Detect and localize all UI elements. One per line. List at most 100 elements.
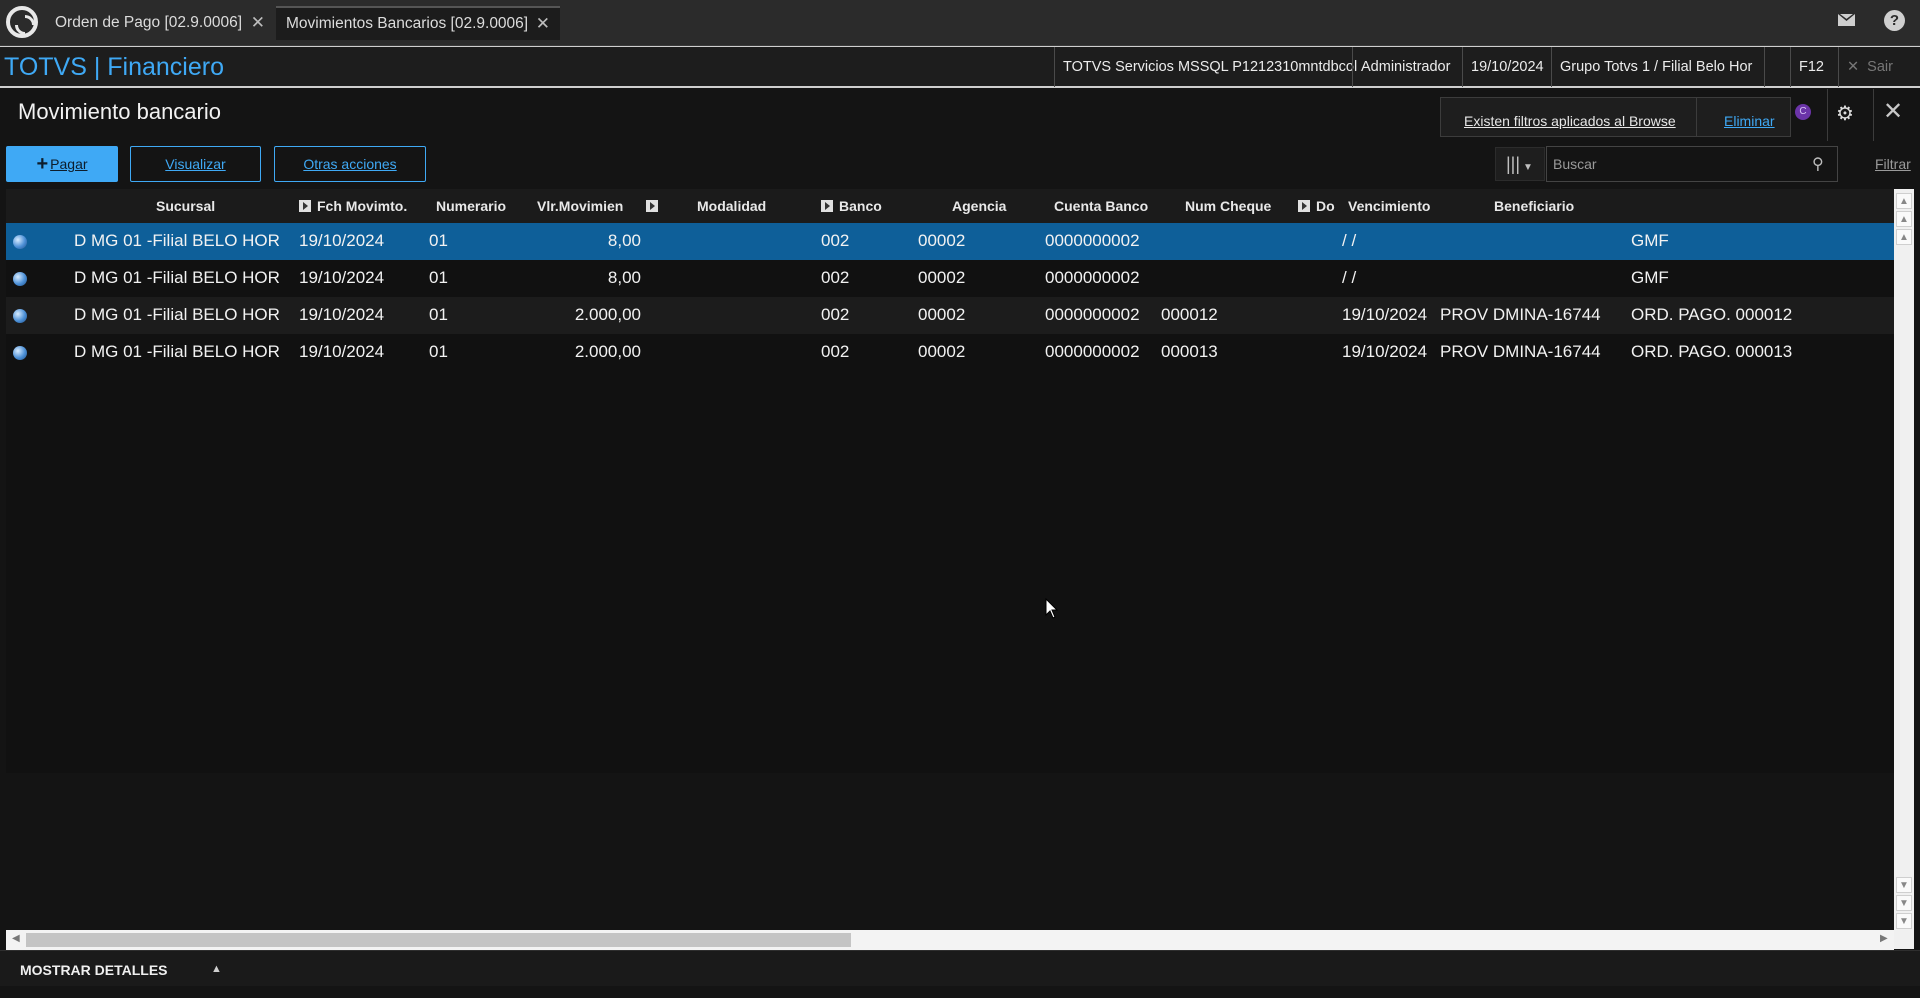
cell-hist: GMF: [1631, 268, 1669, 287]
remove-filters-link[interactable]: Eliminar: [1724, 113, 1775, 129]
search-input[interactable]: [1546, 146, 1838, 182]
cell-cuenta: 0000000002: [1045, 268, 1140, 287]
exit-label: Sair: [1867, 59, 1893, 75]
scroll-page-down-icon[interactable]: ▼: [1896, 895, 1912, 911]
cell-agencia: 00002: [918, 268, 966, 287]
scroll-page-up-icon[interactable]: ▲: [1896, 211, 1912, 227]
cell-agencia: 00002: [918, 342, 966, 361]
cell-banco: 002: [821, 342, 850, 361]
view-button[interactable]: Visualizar: [130, 146, 261, 182]
table-row[interactable]: D MG 01 -Filial BELO HOR 19/10/2024 01 8…: [6, 260, 1894, 297]
cell-agencia: 00002: [918, 231, 966, 250]
close-icon[interactable]: ✕: [1883, 97, 1903, 126]
cell-valor: 2.000,00: [574, 342, 641, 361]
cell-fecha: 19/10/2024: [299, 268, 385, 287]
scroll-left-icon[interactable]: ◀: [12, 933, 20, 944]
search-icon[interactable]: ⚲: [1812, 154, 1824, 174]
status-icon: [13, 346, 27, 360]
col-venc[interactable]: Vencimiento: [1348, 198, 1430, 214]
cell-valor: 8,00: [607, 268, 641, 287]
show-details-label[interactable]: MOSTRAR DETALLES: [20, 962, 168, 978]
sort-icon[interactable]: [299, 200, 311, 212]
col-sucursal[interactable]: Sucursal: [156, 198, 215, 214]
tab-bar: Orden de Pago [02.9.0006] ✕ Movimientos …: [0, 0, 1920, 46]
cell-sucursal: D MG 01 -Filial BELO HOR: [74, 231, 280, 250]
cell-benef: PROV DMINA-16744: [1440, 305, 1601, 324]
col-modalidad[interactable]: Modalidad: [697, 198, 766, 214]
filters-notice-link[interactable]: Existen filtros aplicados al Browse: [1464, 113, 1676, 129]
tab-label: Movimientos Bancarios [02.9.0006]: [286, 15, 529, 32]
col-doc[interactable]: Do: [1298, 198, 1335, 214]
scroll-top-icon[interactable]: ▲: [1896, 193, 1912, 209]
sort-icon[interactable]: [1298, 200, 1310, 212]
scroll-thumb[interactable]: [26, 933, 851, 947]
cell-valor: 8,00: [607, 231, 641, 250]
col-agencia[interactable]: Agencia: [952, 198, 1006, 214]
cell-agencia: 00002: [918, 305, 966, 324]
horizontal-scrollbar[interactable]: ◀ ▶: [6, 930, 1894, 950]
cell-cuenta: 0000000002: [1045, 342, 1140, 361]
col-cheque[interactable]: Num Cheque: [1185, 198, 1271, 214]
exit-button[interactable]: ✕ Sair: [1838, 47, 1901, 87]
other-actions-button[interactable]: Otras acciones: [274, 146, 426, 182]
scroll-right-icon[interactable]: ▶: [1880, 933, 1888, 944]
totvs-logo-icon[interactable]: [6, 6, 38, 38]
col-benef[interactable]: Beneficiario: [1494, 198, 1574, 214]
col-valor[interactable]: Vlr.Movimien: [537, 198, 623, 214]
app-badge-icon[interactable]: C: [1795, 104, 1811, 120]
close-tab-icon[interactable]: ✕: [536, 14, 550, 34]
date-info: 19/10/2024: [1462, 47, 1552, 87]
table-row[interactable]: D MG 01 -Filial BELO HOR 19/10/2024 01 2…: [6, 297, 1894, 334]
cell-cuenta: 0000000002: [1045, 231, 1140, 250]
sort-icon[interactable]: [646, 198, 664, 214]
pay-button[interactable]: + Pagar: [6, 146, 118, 182]
cell-cuenta: 0000000002: [1045, 305, 1140, 324]
table-row[interactable]: D MG 01 -Filial BELO HOR 19/10/2024 01 8…: [6, 223, 1894, 260]
f12-button[interactable]: F12: [1790, 47, 1832, 87]
status-icon: [13, 235, 27, 249]
cell-banco: 002: [821, 268, 850, 287]
divider: [1827, 89, 1828, 141]
scroll-up-icon[interactable]: ▲: [1896, 229, 1912, 245]
gear-icon[interactable]: ⚙: [1836, 101, 1854, 126]
cell-banco: 002: [821, 305, 850, 324]
cell-fecha: 19/10/2024: [299, 231, 385, 250]
cell-venc: 19/10/2024: [1342, 305, 1428, 324]
cell-benef: PROV DMINA-16744: [1440, 342, 1601, 361]
main-panel: Movimiento bancario Existen filtros apli…: [0, 89, 1920, 998]
cell-numerario: 01: [429, 305, 448, 324]
status-icon: [13, 272, 27, 286]
app-brand: TOTVS | Financiero: [4, 53, 224, 81]
cell-venc: / /: [1342, 231, 1357, 250]
mail-icon[interactable]: [1838, 14, 1855, 26]
close-tab-icon[interactable]: ✕: [251, 13, 265, 33]
details-footer[interactable]: MOSTRAR DETALLES ▲: [0, 950, 1920, 986]
scroll-down-icon[interactable]: ▼: [1896, 877, 1912, 893]
user-info: Administrador: [1352, 47, 1458, 87]
cell-numerario: 01: [429, 342, 448, 361]
pay-label: Pagar: [50, 156, 88, 172]
scroll-bottom-icon[interactable]: ▼: [1896, 913, 1912, 929]
cell-sucursal: D MG 01 -Filial BELO HOR: [74, 305, 280, 324]
remove-filters-box: Eliminar: [1696, 97, 1791, 137]
server-info: TOTVS Servicios MSSQL P1212310mntdbcol: [1054, 47, 1365, 87]
expand-icon[interactable]: ▲: [211, 963, 222, 975]
col-fecha[interactable]: Fch Movimto.: [299, 198, 407, 214]
col-banco[interactable]: Banco: [821, 198, 882, 214]
cell-banco: 002: [821, 231, 850, 250]
app-header: TOTVS | Financiero TOTVS Servicios MSSQL…: [0, 46, 1920, 88]
vertical-scrollbar[interactable]: ▲ ▲ ▲ ▼ ▼ ▼: [1894, 189, 1914, 949]
tab-orden-de-pago[interactable]: Orden de Pago [02.9.0006] ✕: [45, 6, 275, 40]
table-row[interactable]: D MG 01 -Filial BELO HOR 19/10/2024 01 2…: [6, 334, 1894, 371]
tab-movimientos-bancarios[interactable]: Movimientos Bancarios [02.9.0006] ✕: [276, 6, 560, 40]
sort-icon[interactable]: [821, 200, 833, 212]
help-icon[interactable]: ?: [1884, 10, 1905, 31]
col-numerario[interactable]: Numerario: [436, 198, 506, 214]
columns-icon[interactable]: ||| ▼: [1495, 147, 1545, 181]
status-icon: [13, 309, 27, 323]
filter-link[interactable]: Filtrar: [1875, 156, 1911, 172]
cell-hist: GMF: [1631, 231, 1669, 250]
cell-numerario: 01: [429, 231, 448, 250]
col-cuenta[interactable]: Cuenta Banco: [1054, 198, 1148, 214]
cell-venc: 19/10/2024: [1342, 342, 1428, 361]
